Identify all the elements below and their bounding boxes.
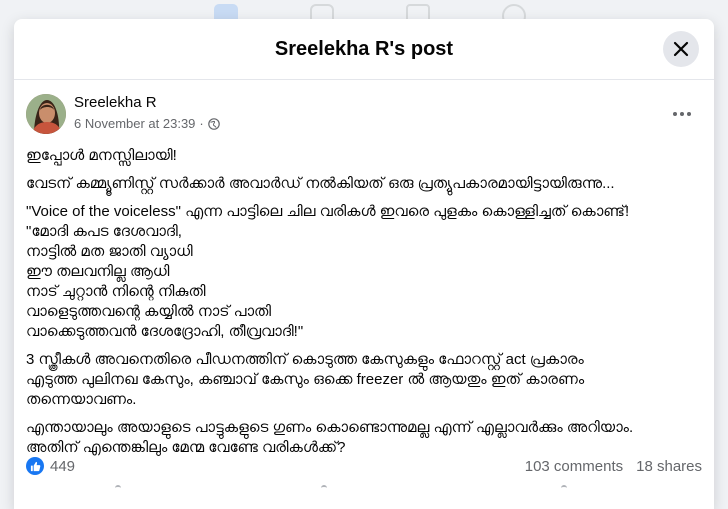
post-header: Sreelekha R 6 November at 23:39 · [14, 92, 714, 146]
likes-count[interactable]: 449 [50, 458, 75, 475]
share-action-icon[interactable] [561, 485, 567, 491]
modal-title: Sreelekha R's post [274, 37, 454, 60]
close-icon [673, 41, 689, 57]
post-meta: 6 November at 23:39 · [74, 116, 220, 131]
avatar[interactable] [26, 94, 66, 134]
comment-action-icon[interactable] [321, 485, 327, 491]
post-line: വേടന് കമ്മ്യൂണിസ്റ്റ് സർക്കാർ അവാർഡ് നൽക… [26, 175, 615, 192]
like-action-icon[interactable] [115, 485, 121, 491]
post-line: നാട് ചുറ്റാൻ നിന്റെ നികുതി [26, 283, 206, 300]
more-dot-icon [673, 112, 677, 116]
post-line: ഈ തലവനില്ല ആധി [26, 263, 170, 280]
post-line: "Voice of the voiceless" എന്ന പാട്ടിലെ ച… [26, 203, 630, 220]
post-line: എടുത്ത പുലിനഖ കേസും, കഞ്ചാവ് കേസും ഒക്കെ… [26, 371, 585, 388]
post-line: "മോദി കപട ദേശവാദി, [26, 223, 182, 240]
thumbs-up-icon [30, 461, 40, 471]
action-buttons-hint [14, 485, 714, 489]
post-line: നാട്ടിൽ മത ജാതി വ്യാധി [26, 243, 193, 260]
post-line: വാക്കെടുത്തവൻ ദേശദ്രോഹി, തീവ്രവാദി!" [26, 323, 304, 340]
reactions-bar: 449 103 comments 18 shares [14, 455, 714, 477]
post-text: ഇപ്പോൾ മനസ്സിലായി! വേടന് കമ്മ്യൂണിസ്റ്റ്… [14, 146, 714, 458]
post-timestamp[interactable]: 6 November at 23:39 [74, 116, 195, 131]
post-line: എന്തായാലും അയാളുടെ പാട്ടുകളുടെ ഗുണം കൊണ്… [26, 419, 634, 436]
avatar-image [26, 94, 66, 134]
globe-icon [207, 117, 220, 130]
more-dot-icon [687, 112, 691, 116]
more-dot-icon [680, 112, 684, 116]
more-options-button[interactable] [664, 102, 700, 126]
post-modal: Sreelekha R's post Sreelekha R 6 Novembe… [14, 19, 714, 509]
close-button[interactable] [663, 31, 699, 67]
author-name[interactable]: Sreelekha R [74, 94, 157, 111]
post-line: 3 സ്ത്രീകൾ അവനെതിരെ പീഡനത്തിന് കൊടുത്ത ക… [26, 351, 584, 368]
post-line: ഇപ്പോൾ മനസ്സിലായി! [26, 147, 177, 164]
post-line: തന്നെയാവണം. [26, 391, 137, 408]
comments-count[interactable]: 103 comments [525, 458, 623, 475]
meta-separator: · [199, 116, 204, 131]
like-reaction-icon[interactable] [26, 457, 44, 475]
post-line: വാളെടുത്തവന്റെ കയ്യിൽ നാട് പാതി [26, 303, 272, 320]
shares-count[interactable]: 18 shares [636, 458, 702, 475]
modal-header: Sreelekha R's post [14, 19, 714, 80]
